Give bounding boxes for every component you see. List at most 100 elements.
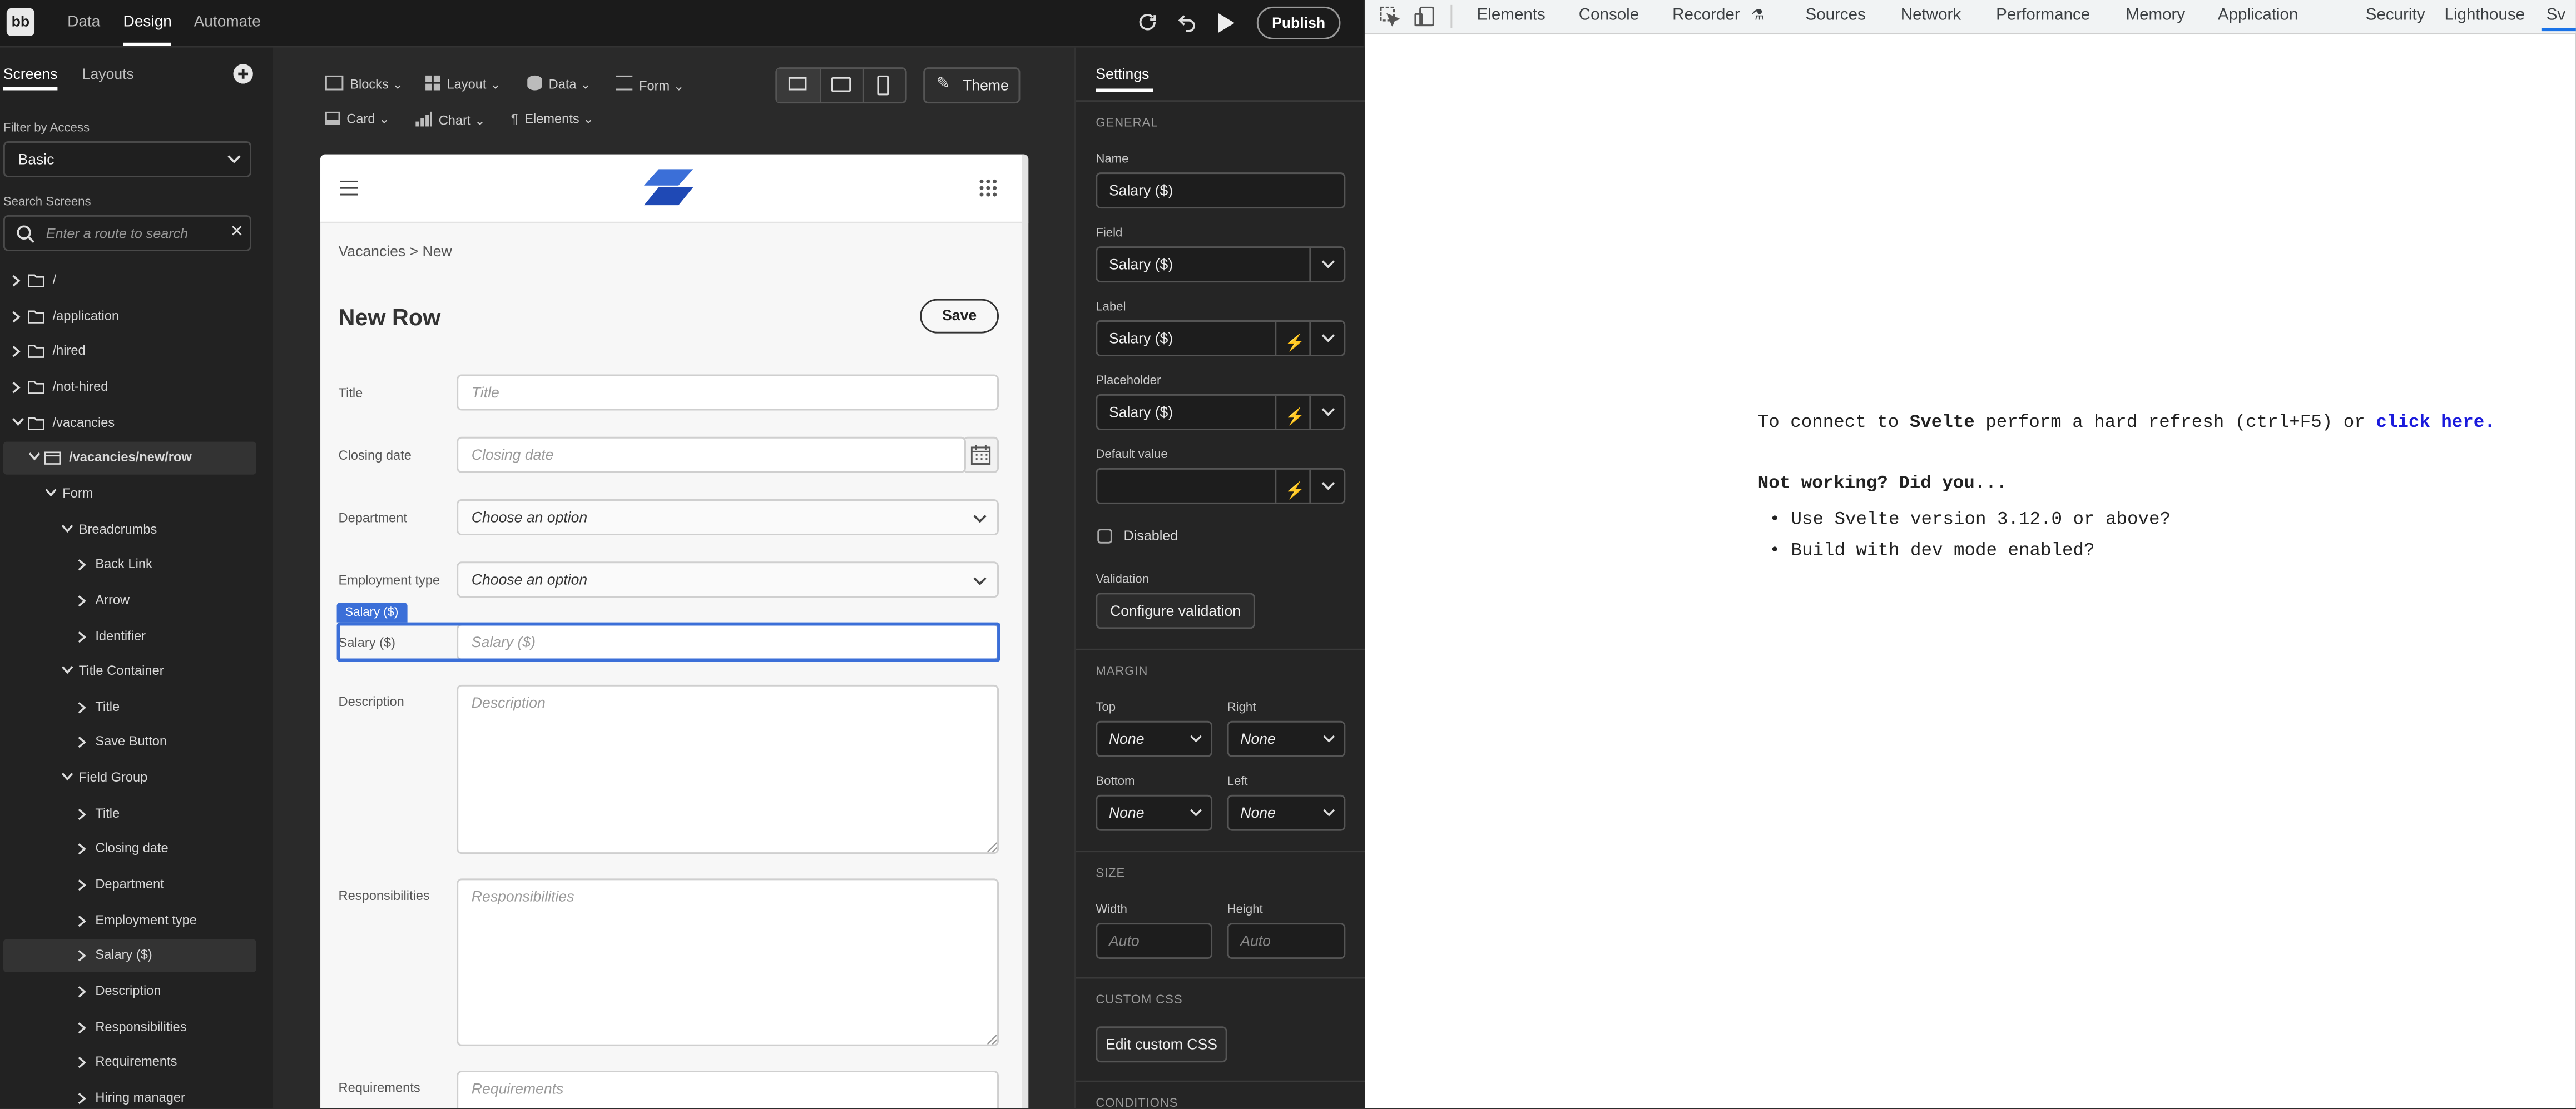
devtools-tab-recorder[interactable]: Recorder [1672, 7, 1740, 24]
tab-automate[interactable]: Automate [194, 13, 261, 31]
device-toolbar-icon[interactable] [1414, 6, 1434, 27]
chevron-down-icon[interactable] [61, 523, 74, 533]
chevron-right-icon[interactable] [77, 594, 87, 608]
tree-item[interactable]: Form [3, 478, 256, 510]
toolbar-elements[interactable]: ¶ Elements ⌄ [511, 112, 594, 127]
tree-item[interactable]: /not-hired [3, 371, 256, 404]
chevron-down-icon[interactable] [61, 772, 74, 782]
devtools-tab-elements[interactable]: Elements [1477, 7, 1545, 24]
tree-item[interactable]: Department [3, 869, 256, 902]
margin-top-select[interactable]: None [1096, 720, 1213, 757]
devtools-tab-memory[interactable]: Memory [2126, 7, 2185, 24]
chevron-down-icon[interactable] [1321, 334, 1336, 344]
toolbar-chart[interactable]: Chart ⌄ [415, 111, 486, 128]
label-input[interactable]: Salary ($) ⚡ [1096, 320, 1346, 357]
margin-right-select[interactable]: None [1227, 720, 1346, 757]
toolbar-form[interactable]: Form ⌄ [616, 75, 685, 93]
tab-data[interactable]: Data [67, 13, 100, 31]
chevron-right-icon[interactable] [77, 737, 87, 750]
margin-bottom-select[interactable]: None [1096, 794, 1213, 831]
edit-custom-css-button[interactable]: Edit custom CSS [1096, 1026, 1227, 1063]
chevron-right-icon[interactable] [77, 1092, 87, 1105]
preview-scrollbar[interactable] [1022, 154, 1029, 1108]
access-filter-select[interactable]: Basic [3, 141, 251, 178]
margin-left-select[interactable]: None [1227, 794, 1346, 831]
chevron-right-icon[interactable] [77, 808, 87, 821]
resize-handle-icon[interactable] [987, 1035, 998, 1045]
tree-item[interactable]: Description [3, 976, 256, 1008]
tree-item[interactable]: /application [3, 300, 256, 333]
tree-item[interactable]: Title Container [3, 655, 256, 688]
height-input[interactable]: Auto [1227, 923, 1346, 959]
theme-button[interactable]: ✎ Theme [923, 67, 1021, 104]
binding-bolt-icon[interactable]: ⚡ [1285, 402, 1305, 435]
tree-item[interactable]: Employment type [3, 904, 256, 937]
field-select[interactable]: Choose an option [457, 561, 999, 598]
chevron-right-icon[interactable] [77, 630, 87, 643]
tablet-view-button[interactable] [820, 69, 864, 102]
toolbar-data[interactable]: Data ⌄ [527, 75, 591, 92]
devtools-tab-network[interactable]: Network [1901, 7, 1961, 24]
devtools-tab-console[interactable]: Console [1579, 7, 1639, 24]
placeholder-input[interactable]: Salary ($) ⚡ [1096, 394, 1346, 430]
resize-handle-icon[interactable] [987, 842, 998, 853]
calendar-icon[interactable] [963, 436, 999, 473]
devtools-tab-application[interactable]: Application [2218, 7, 2298, 24]
desktop-view-button[interactable] [777, 69, 821, 102]
tree-item[interactable]: /hired [3, 335, 256, 368]
search-screens-input[interactable]: Enter a route to search ✕ [3, 215, 251, 251]
clear-search-icon[interactable]: ✕ [230, 223, 244, 241]
tree-item[interactable]: Identifier [3, 620, 256, 653]
publish-button[interactable]: Publish [1256, 6, 1341, 39]
field-textarea[interactable]: Description [457, 684, 999, 854]
field-select[interactable]: Choose an option [457, 499, 999, 536]
field-input[interactable]: Salary ($) [457, 624, 999, 660]
field-textarea[interactable]: Requirements [457, 1071, 999, 1108]
tree-item[interactable]: / [3, 265, 256, 297]
tab-layouts[interactable]: Layouts [82, 66, 134, 82]
toolbar-blocks[interactable]: Blocks ⌄ [325, 75, 403, 92]
inspect-element-icon[interactable] [1380, 6, 1400, 27]
tree-item[interactable]: Breadcrumbs [3, 513, 256, 546]
tab-settings[interactable]: Settings [1096, 66, 1149, 82]
binding-bolt-icon[interactable]: ⚡ [1285, 476, 1305, 509]
disabled-checkbox[interactable] [1097, 529, 1112, 544]
devtools-tab-lighthouse[interactable]: Lighthouse [2445, 7, 2525, 24]
toolbar-layout[interactable]: Layout ⌄ [425, 75, 501, 92]
tree-item[interactable]: Salary ($) [3, 939, 256, 973]
apps-grid-icon[interactable] [979, 179, 997, 197]
configure-validation-button[interactable]: Configure validation [1096, 593, 1255, 629]
hamburger-icon[interactable] [340, 180, 358, 196]
chevron-right-icon[interactable] [77, 1021, 87, 1034]
save-button[interactable]: Save [920, 299, 999, 334]
tree-item[interactable]: /vacancies/new/row [3, 442, 256, 475]
breadcrumb[interactable]: Vacancies > New [339, 243, 452, 260]
chevron-down-icon[interactable] [61, 665, 74, 675]
chevron-right-icon[interactable] [77, 949, 87, 963]
default-value-input[interactable]: ⚡ [1096, 468, 1346, 504]
tree-item[interactable]: Hiring manager [3, 1082, 256, 1108]
chevron-right-icon[interactable] [77, 559, 87, 572]
undo-icon[interactable] [1176, 12, 1197, 33]
tree-item[interactable]: Title [3, 798, 256, 830]
name-input[interactable]: Salary ($) [1096, 172, 1346, 209]
chevron-down-icon[interactable] [12, 416, 25, 426]
chevron-down-icon[interactable] [44, 488, 58, 498]
chevron-right-icon[interactable] [77, 843, 87, 857]
tree-item[interactable]: Back Link [3, 549, 256, 581]
tree-item[interactable]: Requirements [3, 1047, 256, 1080]
tree-item[interactable]: Field Group [3, 762, 256, 795]
chevron-right-icon[interactable] [77, 985, 87, 998]
refresh-icon[interactable] [1137, 12, 1158, 33]
devtools-tab-sv[interactable]: Sv [2547, 7, 2565, 24]
devtools-tab-security[interactable]: Security [2366, 7, 2425, 24]
chevron-right-icon[interactable] [12, 274, 22, 287]
toolbar-card[interactable]: Card ⌄ [325, 111, 390, 126]
width-input[interactable]: Auto [1096, 923, 1213, 959]
chevron-right-icon[interactable] [12, 345, 22, 359]
add-screen-icon[interactable] [233, 64, 253, 84]
preview-play-icon[interactable] [1217, 13, 1235, 33]
field-input[interactable]: Closing date [457, 436, 966, 473]
tree-item[interactable]: Title [3, 691, 256, 724]
chevron-right-icon[interactable] [77, 701, 87, 714]
